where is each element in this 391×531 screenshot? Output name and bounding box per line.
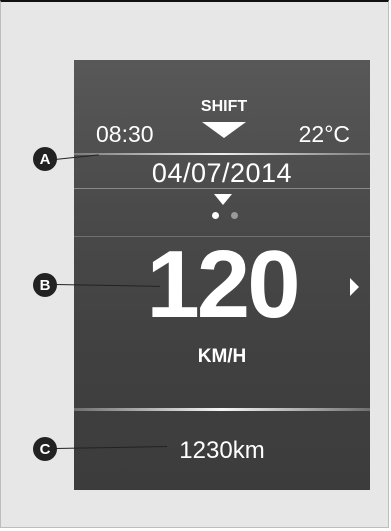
page-dot-active: [212, 212, 219, 219]
diagram-frame: SHIFT 08:30 22°C 04/07/2014 120 KM/H 123…: [0, 0, 389, 528]
chevron-down-icon: [214, 194, 232, 205]
chevron-right-icon: [350, 278, 359, 296]
page-dot-inactive: [231, 212, 238, 219]
odometer-value: 1230km: [179, 437, 265, 464]
callout-b-badge: B: [33, 273, 57, 297]
outside-temperature: 22°C: [298, 121, 350, 147]
shift-down-arrow-icon: [202, 122, 246, 138]
clock-time: 08:30: [96, 121, 154, 147]
callout-c-badge: C: [33, 437, 57, 461]
divider-line: [74, 408, 370, 411]
divider-line: [74, 153, 370, 155]
shift-label: SHIFT: [200, 98, 248, 115]
speed-unit: KM/H: [197, 346, 247, 367]
callout-a-badge: A: [33, 147, 57, 171]
date-display: 04/07/2014: [151, 158, 293, 188]
instrument-display: SHIFT 08:30 22°C 04/07/2014 120 KM/H 123…: [74, 60, 370, 490]
